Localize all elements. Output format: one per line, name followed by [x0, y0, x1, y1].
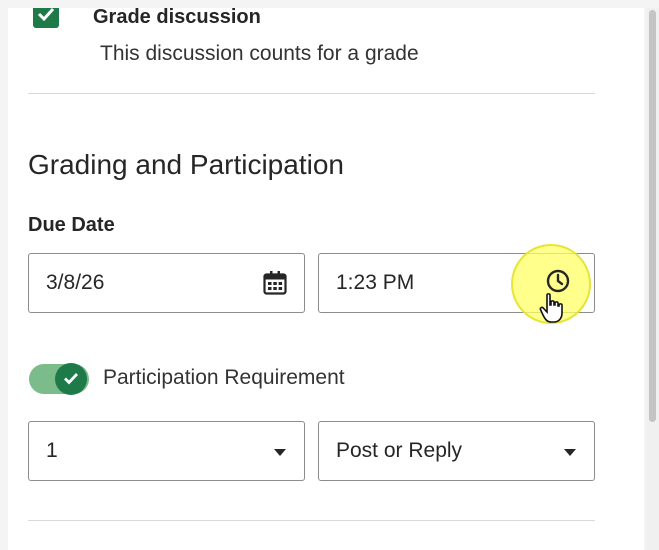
caret-down-icon	[274, 449, 286, 456]
section-divider	[28, 520, 595, 521]
grade-discussion-checkbox[interactable]	[33, 8, 59, 28]
participation-count-select[interactable]: 1	[28, 421, 305, 481]
due-date-input[interactable]: 3/8/26	[28, 253, 305, 313]
scrollbar-thumb[interactable]	[649, 10, 656, 422]
participation-type-select[interactable]: Post or Reply	[318, 421, 595, 481]
grade-discussion-label: Grade discussion	[93, 8, 261, 28]
participation-type-value: Post or Reply	[336, 439, 463, 462]
clock-icon[interactable]	[545, 268, 571, 294]
due-date-label: Due Date	[28, 214, 115, 236]
participation-requirement-toggle[interactable]	[29, 363, 89, 395]
caret-down-icon	[564, 449, 576, 456]
checkmark-icon	[37, 8, 55, 21]
toggle-knob	[55, 363, 87, 395]
section-title: Grading and Participation	[28, 149, 344, 180]
grade-discussion-description: This discussion counts for a grade	[100, 42, 419, 65]
participation-requirement-label: Participation Requirement	[103, 366, 345, 389]
checkmark-icon	[64, 373, 79, 385]
participation-count-value: 1	[46, 439, 58, 462]
hand-pointer-icon	[539, 293, 563, 323]
calendar-icon[interactable]	[262, 270, 288, 296]
section-divider	[28, 93, 595, 94]
